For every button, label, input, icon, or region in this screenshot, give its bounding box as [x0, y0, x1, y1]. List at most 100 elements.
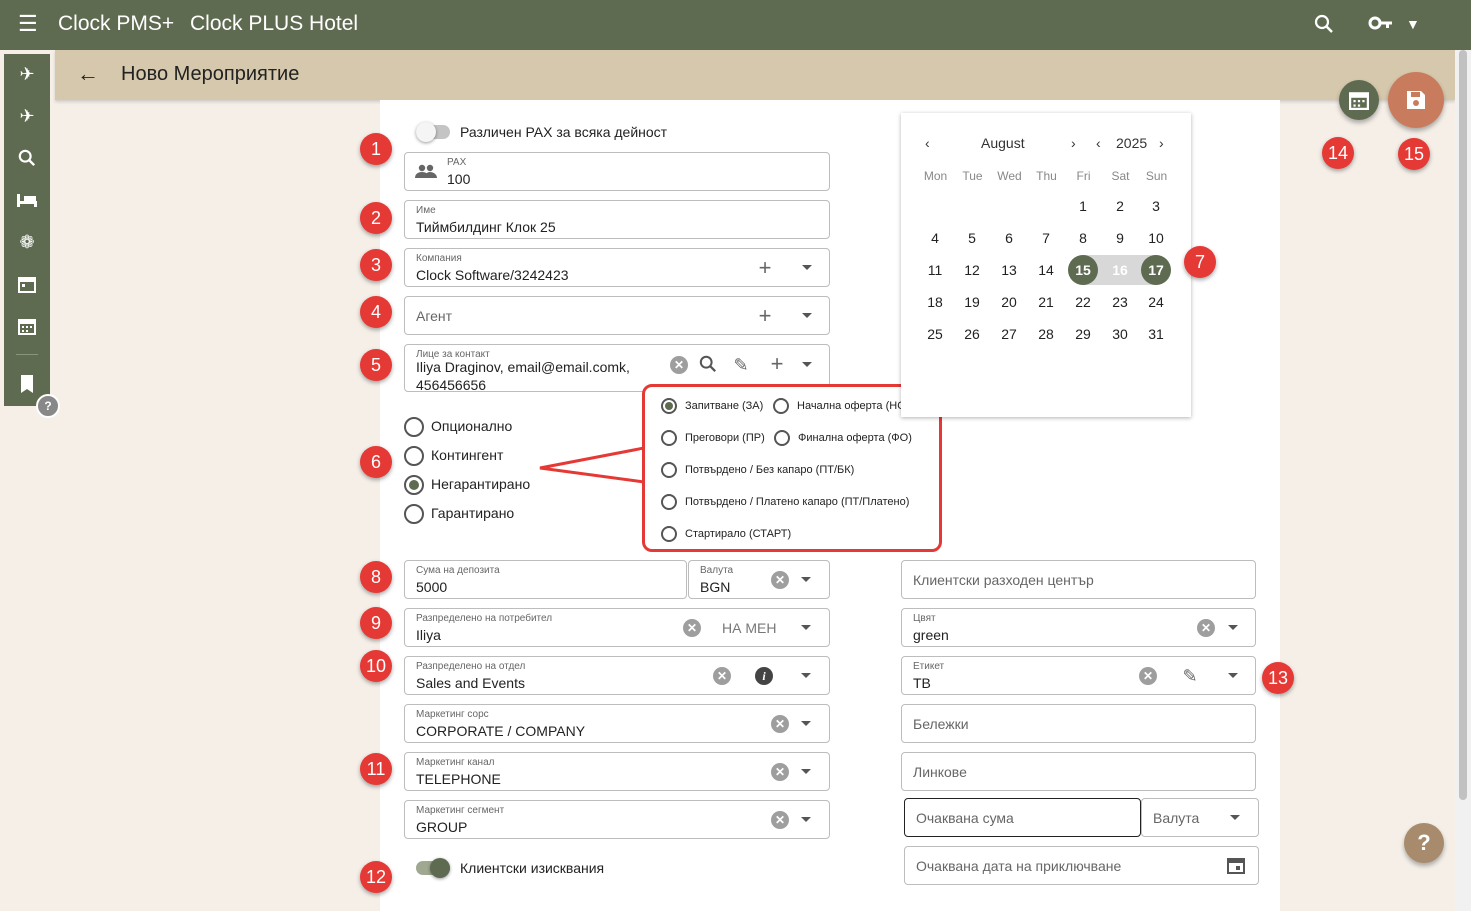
back-arrow-icon[interactable]: ←	[77, 61, 99, 87]
search-icon[interactable]	[4, 138, 50, 178]
departures-icon[interactable]: ✈	[4, 96, 50, 136]
clear-icon[interactable]: ✕	[771, 763, 789, 781]
chevron-down-icon[interactable]	[801, 817, 811, 822]
radio-non-guaranteed[interactable]	[404, 475, 424, 495]
clear-icon[interactable]: ✕	[771, 571, 789, 589]
clear-icon[interactable]: ✕	[1139, 667, 1157, 685]
radio-contingent[interactable]	[404, 446, 424, 466]
calendar-day[interactable]: 9	[1105, 223, 1135, 253]
calendar-day[interactable]: 25	[920, 319, 950, 349]
next-year-icon[interactable]: ›	[1159, 135, 1164, 151]
cost-center-field[interactable]: Клиентски разходен център	[901, 560, 1256, 599]
calendar-grid-icon[interactable]	[4, 306, 50, 346]
calendar-day[interactable]: 14	[1031, 255, 1061, 285]
pax-per-activity-toggle[interactable]	[416, 122, 450, 142]
company-field[interactable]: Компания Clock Software/3242423 +	[404, 248, 830, 287]
vertical-scrollbar[interactable]	[1455, 50, 1471, 911]
assigned-user-field[interactable]: Разпределено на потребител Iliya ✕ НА МЕ…	[404, 608, 830, 647]
add-contact-icon[interactable]: +	[767, 353, 787, 375]
info-icon[interactable]: i	[755, 667, 773, 685]
marketing-channel-field[interactable]: Маркетинг канал TELEPHONE ✕	[404, 752, 830, 791]
calendar-day[interactable]: 11	[920, 255, 950, 285]
expected-currency-field[interactable]: Валута	[1141, 798, 1259, 837]
calendar-day[interactable]: 3	[1141, 191, 1171, 221]
status-radio-final-offer[interactable]	[774, 430, 790, 446]
clear-icon[interactable]: ✕	[771, 811, 789, 829]
calendar-day[interactable]: 17	[1141, 255, 1171, 285]
menu-icon[interactable]: ☰	[18, 13, 40, 36]
calendar-day[interactable]: 20	[994, 287, 1024, 317]
calendar-day[interactable]: 18	[920, 287, 950, 317]
calendar-day[interactable]: 8	[1068, 223, 1098, 253]
clear-icon[interactable]: ✕	[670, 356, 688, 374]
calendar-day[interactable]: 10	[1141, 223, 1171, 253]
deposit-currency-field[interactable]: Валута BGN ✕	[688, 560, 830, 599]
pax-field[interactable]: PAX 100	[404, 152, 830, 191]
edit-icon[interactable]: ✎	[1180, 666, 1200, 686]
arrivals-icon[interactable]: ✈	[4, 54, 50, 94]
chevron-down-icon[interactable]	[802, 313, 812, 318]
prev-year-icon[interactable]: ‹	[1096, 135, 1101, 151]
marketing-source-field[interactable]: Маркетинг сорс CORPORATE / COMPANY ✕	[404, 704, 830, 743]
chevron-down-icon[interactable]	[1228, 673, 1238, 678]
chevron-down-icon[interactable]	[801, 721, 811, 726]
calendar-day[interactable]: 6	[994, 223, 1024, 253]
status-radio-initial-offer[interactable]	[773, 398, 789, 414]
search-icon[interactable]	[698, 355, 718, 375]
calendar-day[interactable]: 19	[957, 287, 987, 317]
calendar-day[interactable]: 31	[1141, 319, 1171, 349]
calendar-day[interactable]: 27	[994, 319, 1024, 349]
expected-amount-field[interactable]: Очаквана сума	[904, 798, 1141, 837]
calendar-day[interactable]: 4	[920, 223, 950, 253]
bed-icon[interactable]	[4, 180, 50, 220]
help-fab[interactable]: ?	[1404, 823, 1444, 863]
clear-icon[interactable]: ✕	[1197, 619, 1215, 637]
tag-field[interactable]: Етикет TB ✕ ✎	[901, 656, 1256, 695]
status-radio-inquiry[interactable]	[661, 398, 677, 414]
calendar-month[interactable]: August	[981, 135, 1025, 151]
status-radio-confirmed-paid[interactable]	[661, 494, 677, 510]
calendar-day[interactable]: 22	[1068, 287, 1098, 317]
notes-field[interactable]: Бележки	[901, 704, 1256, 743]
calendar-icon[interactable]	[4, 264, 50, 304]
calendar-icon[interactable]	[1226, 856, 1246, 876]
assigned-department-field[interactable]: Разпределено на отдел Sales and Events ✕…	[404, 656, 830, 695]
calendar-day[interactable]: 26	[957, 319, 987, 349]
leaf-icon[interactable]: ❁	[4, 222, 50, 262]
assign-to-me-button[interactable]: НА МЕН	[722, 620, 776, 636]
calendar-day[interactable]: 21	[1031, 287, 1061, 317]
expected-close-date-field[interactable]: Очаквана дата на приключване	[904, 846, 1259, 885]
deposit-amount-field[interactable]: Сума на депозита 5000	[404, 560, 687, 599]
save-fab[interactable]	[1388, 72, 1444, 128]
edit-icon[interactable]: ✎	[731, 355, 751, 375]
calendar-year[interactable]: 2025	[1116, 135, 1147, 151]
next-month-icon[interactable]: ›	[1071, 135, 1076, 151]
calendar-day[interactable]: 7	[1031, 223, 1061, 253]
clear-icon[interactable]: ✕	[683, 619, 701, 637]
calendar-day[interactable]: 23	[1105, 287, 1135, 317]
calendar-day[interactable]: 29	[1068, 319, 1098, 349]
color-field[interactable]: Цвят green ✕	[901, 608, 1256, 647]
calendar-fab[interactable]	[1339, 80, 1379, 120]
calendar-day[interactable]: 24	[1141, 287, 1171, 317]
status-radio-negotiation[interactable]	[661, 430, 677, 446]
chevron-down-icon[interactable]	[801, 625, 811, 630]
radio-guaranteed[interactable]	[404, 504, 424, 524]
status-radio-started[interactable]	[661, 526, 677, 542]
chevron-down-icon[interactable]	[1230, 815, 1240, 820]
calendar-day[interactable]: 12	[957, 255, 987, 285]
calendar-day[interactable]: 5	[957, 223, 987, 253]
chevron-down-icon[interactable]	[801, 673, 811, 678]
event-name-field[interactable]: Име Тиймбилдинг Клок 25	[404, 200, 830, 239]
client-requirements-toggle[interactable]	[416, 858, 450, 878]
radio-optional[interactable]	[404, 417, 424, 437]
chevron-down-icon[interactable]	[802, 265, 812, 270]
help-icon[interactable]: ?	[36, 394, 60, 418]
prev-month-icon[interactable]: ‹	[925, 135, 930, 151]
add-agent-icon[interactable]: +	[755, 305, 775, 327]
calendar-day[interactable]: 15	[1068, 255, 1098, 285]
clear-icon[interactable]: ✕	[771, 715, 789, 733]
calendar-day[interactable]: 16	[1105, 255, 1135, 285]
add-company-icon[interactable]: +	[755, 257, 775, 279]
calendar-day[interactable]: 30	[1105, 319, 1135, 349]
